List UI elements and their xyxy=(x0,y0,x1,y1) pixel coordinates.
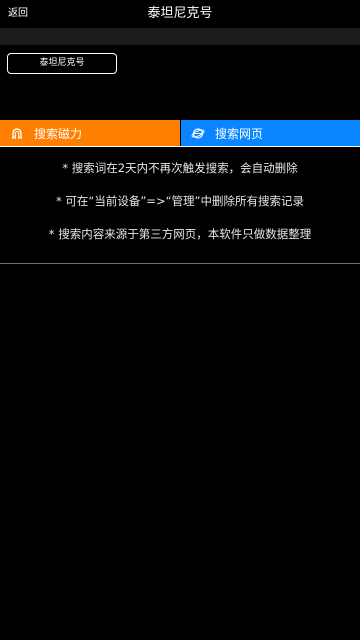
magnet-icon xyxy=(10,126,24,140)
tab-search-web[interactable]: 搜索网页 xyxy=(181,120,360,146)
notes-list: * 搜索词在2天内不再次触发搜索，会自动删除 * 可在“当前设备”=>“管理”中… xyxy=(0,160,360,259)
page: 返回 泰坦尼克号 泰坦尼克号 搜索磁力 搜索网页 * 搜索词在2天内不再次触发搜… xyxy=(0,0,360,640)
search-query-chip[interactable]: 泰坦尼克号 xyxy=(7,53,117,74)
tab-search-magnet-label: 搜索磁力 xyxy=(34,126,83,141)
divider xyxy=(0,263,360,264)
note-auto-delete: * 搜索词在2天内不再次触发搜索，会自动删除 xyxy=(62,161,298,175)
tab-search-magnet[interactable]: 搜索磁力 xyxy=(0,120,180,146)
tabs-underline xyxy=(0,146,360,147)
note-data-source: * 搜索内容来源于第三方网页，本软件只做数据整理 xyxy=(48,227,312,241)
sub-bar xyxy=(0,28,360,45)
search-tabs: 搜索磁力 搜索网页 xyxy=(0,120,360,147)
globe-icon xyxy=(191,126,205,140)
page-title: 泰坦尼克号 xyxy=(147,6,213,21)
note-manage-records: * 可在“当前设备”=>“管理”中删除所有搜索记录 xyxy=(55,194,304,208)
tab-search-web-label: 搜索网页 xyxy=(215,126,264,141)
top-bar: 返回 泰坦尼克号 xyxy=(0,0,360,28)
